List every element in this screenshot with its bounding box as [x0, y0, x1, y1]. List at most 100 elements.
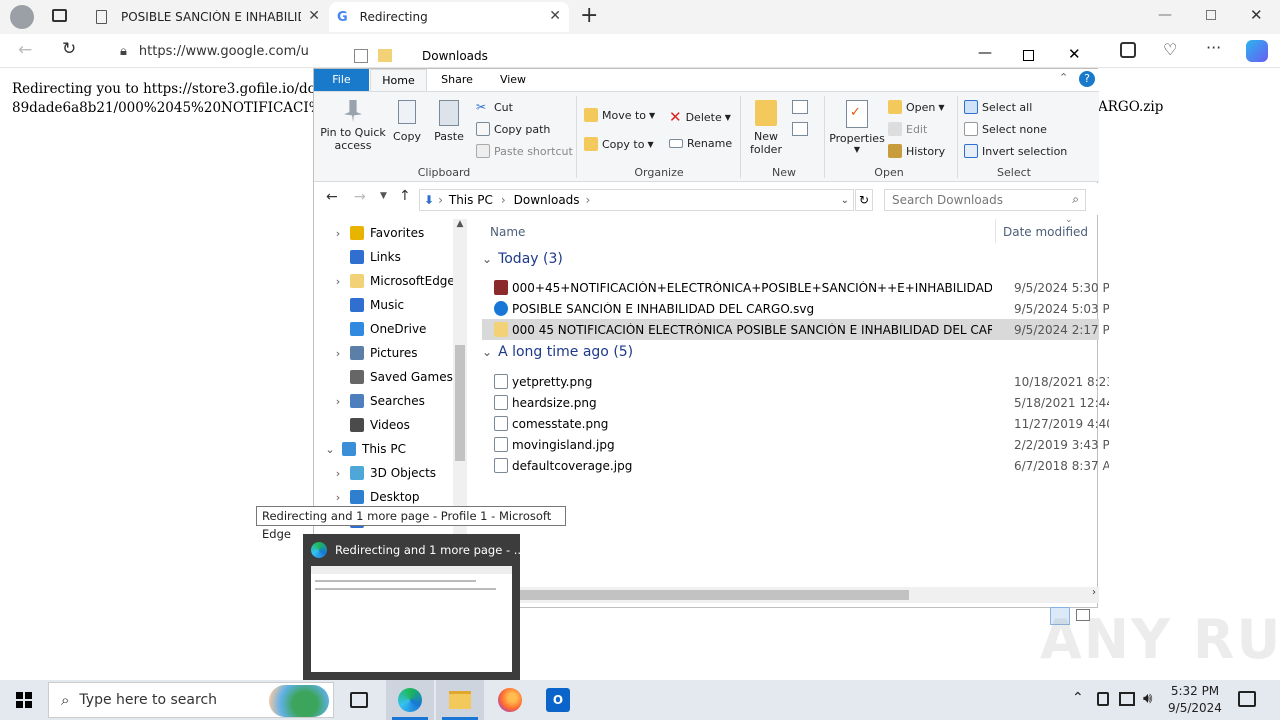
address-field[interactable]: 🔒︎ https://www.google.com/u: [104, 37, 314, 65]
restore-icon[interactable]: [1206, 10, 1216, 20]
move-to-button[interactable]: Move to ▼: [584, 108, 655, 122]
scroll-right-icon[interactable]: ›: [1092, 587, 1096, 598]
taskbar-edge-icon[interactable]: [386, 680, 434, 720]
chevron-down-icon[interactable]: ⌄: [318, 443, 342, 456]
address-dropdown-icon[interactable]: ⌄: [841, 195, 849, 206]
invert-selection-button[interactable]: Invert selection: [964, 144, 1067, 158]
taskbar-window-thumbnail[interactable]: Redirecting and 1 more page - ...: [303, 534, 525, 680]
h-scroll-thumb[interactable]: [472, 590, 909, 600]
explorer-close-icon[interactable]: ✕: [1068, 45, 1081, 63]
refresh-path-icon[interactable]: ↻: [855, 189, 873, 211]
copy-button[interactable]: Copy: [392, 100, 422, 143]
nav-item[interactable]: OneDrive: [314, 317, 426, 341]
settings-more-icon[interactable]: ···: [1206, 38, 1221, 57]
task-view-icon[interactable]: [350, 692, 368, 708]
profile-icon[interactable]: [10, 5, 34, 29]
properties-button[interactable]: ✓ Properties ▼: [829, 100, 885, 154]
column-header-name[interactable]: Name: [490, 225, 525, 239]
tab-svg-file[interactable]: POSIBLE SANCIÓN E INHABILIDA ✕: [88, 2, 328, 32]
pin-quick-access-button[interactable]: Pin to Quick access: [318, 100, 388, 152]
file-row[interactable]: heardsize.png 5/18/2021 12:44 A: [482, 392, 1109, 413]
chevron-right-icon[interactable]: ›: [326, 227, 350, 240]
defender-icon[interactable]: [1097, 692, 1109, 706]
volume-icon[interactable]: 🔊︎: [1143, 689, 1152, 707]
search-downloads-input[interactable]: Search Downloads ⌕: [884, 189, 1086, 211]
show-hidden-icons[interactable]: ⌃: [1072, 690, 1084, 706]
file-row[interactable]: POSIBLE SANCIÓN E INHABILIDAD DEL CARGO.…: [482, 298, 1109, 319]
file-row[interactable]: yetpretty.png 10/18/2021 8:23 A: [482, 371, 1109, 392]
scroll-up-icon[interactable]: ▲: [453, 219, 467, 229]
easy-access-icon[interactable]: [792, 122, 808, 136]
open-button[interactable]: Open ▼: [888, 100, 945, 114]
windows-start-icon[interactable]: [16, 692, 32, 708]
nav-item[interactable]: Videos: [314, 413, 410, 437]
help-icon[interactable]: ?: [1079, 71, 1095, 87]
explorer-minimize-icon[interactable]: —: [978, 45, 992, 61]
cut-button[interactable]: ✂ Cut: [476, 100, 513, 114]
new-tab-button[interactable]: +: [580, 3, 598, 28]
extensions-icon[interactable]: [1120, 42, 1136, 58]
chevron-right-icon[interactable]: ›: [326, 395, 350, 408]
chevron-right-icon[interactable]: ›: [326, 275, 350, 288]
tab-redirecting[interactable]: G Redirecting ✕: [329, 2, 569, 32]
browser-essentials-icon[interactable]: ♡: [1163, 40, 1177, 59]
up-arrow-icon[interactable]: ↑: [399, 188, 411, 204]
tab-file[interactable]: File: [314, 69, 369, 91]
refresh-icon[interactable]: ↻: [62, 39, 76, 59]
clock[interactable]: 5:32 PM 9/5/2024: [1166, 683, 1224, 717]
address-breadcrumb[interactable]: ⬇ › This PC › Downloads › ⌄: [419, 189, 854, 211]
close-tab-icon[interactable]: ✕: [308, 8, 320, 24]
chevron-right-icon[interactable]: ›: [326, 491, 350, 504]
nav-item[interactable]: › MicrosoftEdge: [314, 269, 455, 293]
recent-locations-icon[interactable]: ▼: [380, 191, 387, 201]
copy-path-button[interactable]: Copy path: [476, 122, 550, 136]
group-header[interactable]: ⌄ A long time ago (5): [482, 344, 633, 360]
network-icon[interactable]: [1119, 692, 1135, 706]
select-all-button[interactable]: Select all: [964, 100, 1032, 114]
edit-button[interactable]: Edit: [888, 122, 927, 136]
copy-to-button[interactable]: Copy to ▼: [584, 137, 654, 151]
file-row[interactable]: movingisland.jpg 2/2/2019 3:43 PM: [482, 434, 1109, 455]
group-header[interactable]: ⌄ Today (3): [482, 251, 563, 267]
history-button[interactable]: History: [888, 144, 945, 158]
back-icon[interactable]: ←: [18, 40, 32, 60]
file-row[interactable]: defaultcoverage.jpg 6/7/2018 8:37 AM: [482, 455, 1109, 476]
paste-button[interactable]: Paste: [432, 100, 466, 143]
close-tab-icon[interactable]: ✕: [549, 8, 561, 24]
new-item-icon[interactable]: [792, 100, 808, 114]
quick-access-folder-icon[interactable]: [378, 49, 392, 62]
column-header-date[interactable]: Date modified: [1003, 225, 1088, 239]
file-row[interactable]: comesstate.png 11/27/2019 4:40 A: [482, 413, 1109, 434]
copilot-icon[interactable]: [1246, 40, 1268, 62]
nav-item[interactable]: Links: [314, 245, 401, 269]
notifications-icon[interactable]: [1238, 691, 1256, 707]
quick-access-properties-icon[interactable]: [354, 49, 368, 63]
minimize-icon[interactable]: —: [1158, 7, 1172, 23]
file-row[interactable]: 000 45 NOTIFICACIÓN ELECTRÓNICA POSIBLE …: [482, 319, 1109, 340]
nav-item[interactable]: › Pictures: [314, 341, 418, 365]
nav-item[interactable]: › 3D Objects: [314, 461, 436, 485]
collapse-ribbon-icon[interactable]: ⌃: [1059, 71, 1068, 84]
horizontal-scrollbar[interactable]: ›: [472, 587, 1099, 603]
nav-item[interactable]: Music: [314, 293, 404, 317]
tab-share[interactable]: Share: [430, 69, 484, 91]
taskbar-outlook-icon[interactable]: O: [546, 688, 570, 712]
chevron-right-icon[interactable]: ›: [326, 347, 350, 360]
tab-view[interactable]: View: [486, 69, 540, 91]
taskbar-firefox-icon[interactable]: [498, 688, 522, 712]
new-folder-button[interactable]: New folder: [748, 100, 784, 156]
breadcrumb-this-pc[interactable]: This PC: [449, 193, 493, 207]
select-none-button[interactable]: Select none: [964, 122, 1047, 136]
file-row[interactable]: 000+45+NOTIFICACIÓN+ELECTRÓNICA+POSIBLE+…: [482, 277, 1109, 298]
delete-button[interactable]: ✕ Delete ▼: [669, 108, 731, 126]
nav-item[interactable]: ⌄ This PC: [314, 437, 406, 461]
nav-item[interactable]: Saved Games: [314, 365, 453, 389]
taskbar-search-box[interactable]: ⌕ Type here to search: [48, 682, 334, 718]
back-arrow-icon[interactable]: ←: [326, 189, 338, 205]
taskbar-file-explorer-icon[interactable]: [436, 680, 484, 720]
rename-button[interactable]: Rename: [669, 137, 732, 150]
close-window-icon[interactable]: ✕: [1250, 6, 1263, 24]
nav-item[interactable]: › Searches: [314, 389, 425, 413]
forward-arrow-icon[interactable]: →: [354, 189, 366, 205]
explorer-maximize-icon[interactable]: [1023, 50, 1034, 61]
